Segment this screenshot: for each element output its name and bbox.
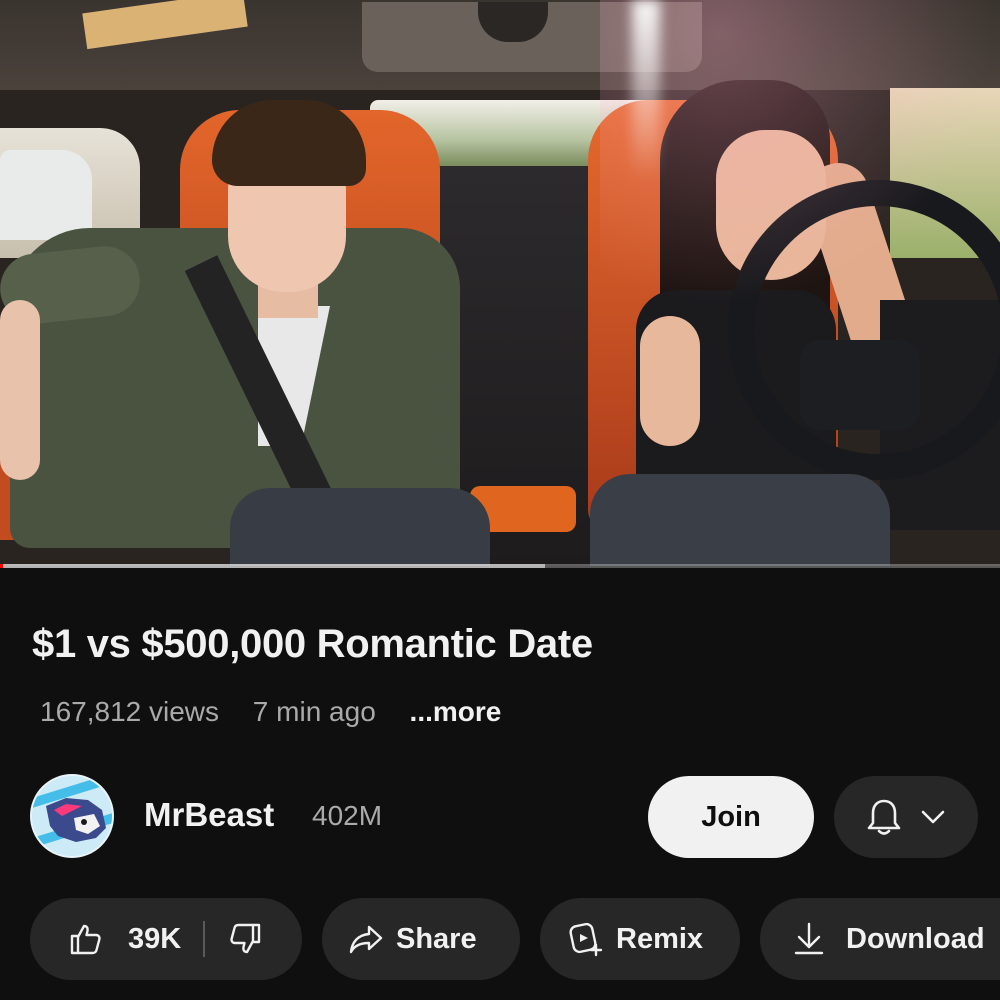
download-icon (794, 922, 824, 955)
action-bar: 39K Share Remix Download (30, 898, 1000, 980)
avatar[interactable] (30, 774, 114, 858)
like-divider (203, 921, 206, 957)
video-frame-wheel-hub (800, 340, 920, 430)
thumbs-up-icon[interactable] (68, 922, 102, 956)
download-button[interactable]: Download (760, 898, 1000, 980)
video-frame-passenger-hand (0, 300, 40, 480)
join-button-label: Join (701, 800, 761, 833)
video-info-panel: $1 vs $500,000 Romantic Date 167,812 vie… (0, 572, 1000, 1000)
chevron-down-icon (921, 810, 945, 824)
channel-row: MrBeast 402M Join (30, 774, 990, 860)
like-dislike-group: 39K (30, 898, 302, 980)
video-frame-passenger-hair (212, 100, 366, 186)
video-frame-passenger-knees (230, 488, 490, 566)
share-label: Share (396, 922, 477, 955)
thumbs-down-icon[interactable] (229, 922, 263, 956)
share-button[interactable]: Share (322, 898, 520, 980)
video-frame-driver-arm (640, 316, 700, 446)
more-link[interactable]: ...more (410, 696, 502, 727)
upload-time: 7 min ago (252, 696, 376, 727)
like-count[interactable]: 39K (128, 923, 181, 956)
video-frame-driver-knees (590, 474, 890, 566)
progress-buffered (0, 564, 545, 568)
view-count: 167,812 views (40, 696, 220, 727)
video-frame-lens-flare (600, 0, 1000, 300)
remix-label: Remix (616, 922, 704, 955)
video-frame-parked-car (0, 150, 92, 240)
video-title[interactable]: $1 vs $500,000 Romantic Date (32, 622, 593, 667)
subscriber-count: 402M (312, 800, 383, 831)
download-label: Download (846, 922, 985, 955)
remix-button[interactable]: Remix (540, 898, 740, 980)
share-icon (349, 925, 383, 954)
video-progress-bar[interactable] (0, 564, 1000, 568)
channel-name[interactable]: MrBeast (144, 796, 274, 834)
progress-played (0, 564, 3, 568)
video-frame-light-streak (632, 0, 660, 180)
join-button[interactable]: Join (648, 776, 814, 858)
video-player[interactable] (0, 0, 1000, 566)
notification-button[interactable] (834, 776, 978, 858)
mrbeast-panther-logo-icon (32, 776, 112, 856)
bell-icon (867, 799, 901, 835)
remix-icon (569, 922, 603, 957)
video-metadata[interactable]: 167,812 views 7 min ago ...more (40, 696, 527, 728)
